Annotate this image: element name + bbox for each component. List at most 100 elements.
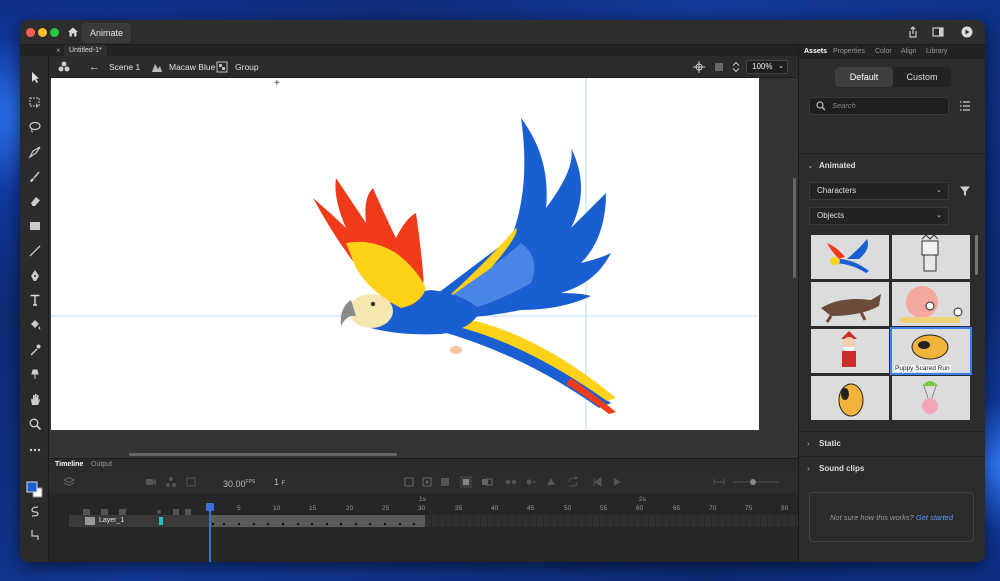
test-movie-icon[interactable] [960, 25, 974, 39]
tab-library[interactable]: Library [926, 45, 947, 59]
brush-tool-icon[interactable] [28, 170, 42, 184]
camera-icon[interactable] [145, 476, 157, 488]
line-tool-icon[interactable] [28, 244, 42, 258]
section-sound-clips[interactable]: › Sound clips [799, 456, 985, 480]
macaw-artwork[interactable]: + [51, 78, 759, 430]
asset-thumbnail-santa[interactable] [811, 329, 889, 373]
asset-thumbnail-puppy-sit[interactable] [811, 376, 889, 420]
tab-assets[interactable]: Assets [804, 45, 827, 59]
tool-settings-icon[interactable] [28, 528, 42, 542]
fit-frames-icon[interactable] [713, 476, 725, 488]
play-icon[interactable] [611, 476, 623, 488]
stage-horizontal-scrollbar[interactable] [129, 453, 397, 456]
edit-symbols-icon[interactable] [57, 60, 71, 74]
onion-skin-icon[interactable] [459, 475, 473, 489]
timeline-zoom-slider[interactable] [731, 476, 781, 488]
selection-tool-icon[interactable] [28, 70, 42, 84]
asset-thumbnail-puppy-scared-run[interactable]: Puppy Scared Run [890, 327, 972, 375]
playhead[interactable] [209, 503, 211, 562]
center-stage-icon[interactable] [693, 61, 705, 73]
app-tab[interactable]: Animate [82, 23, 132, 43]
fps-display[interactable]: 30.00FPS [223, 471, 255, 495]
asset-thumbnail-snail[interactable] [892, 282, 970, 326]
zoom-dropdown-chevron-icon[interactable]: ⌄ [778, 61, 784, 73]
free-transform-tool-icon[interactable] [28, 95, 42, 109]
step-back-icon[interactable] [591, 476, 603, 488]
asset-grid-scrollbar[interactable] [975, 235, 978, 275]
default-button[interactable]: Default [835, 67, 893, 87]
layer-depth-icon[interactable] [185, 476, 197, 488]
edit-multiple-frames-icon[interactable] [481, 476, 493, 488]
insert-blank-keyframe-icon[interactable] [421, 476, 433, 488]
more-tools-icon[interactable] [28, 443, 42, 457]
parenting-icon[interactable] [165, 476, 177, 488]
asset-thumbnail-wolf[interactable] [811, 282, 889, 326]
custom-button[interactable]: Custom [893, 67, 951, 87]
tab-align[interactable]: Align [901, 45, 917, 59]
close-document-icon[interactable]: × [56, 45, 61, 56]
loop-icon[interactable] [567, 476, 579, 488]
asset-thumbnail-robot[interactable] [892, 235, 970, 279]
minimize-window-button[interactable] [38, 28, 47, 37]
pin-tool-icon[interactable] [28, 367, 42, 381]
tab-output[interactable]: Output [91, 459, 112, 471]
text-tool-icon[interactable] [28, 293, 42, 307]
back-arrow-icon[interactable]: ← [89, 56, 100, 78]
ruler-frame: 75 [745, 505, 753, 512]
breadcrumb-group[interactable]: Group [235, 56, 259, 78]
rectangle-tool-icon[interactable] [28, 219, 42, 233]
workspace-icon[interactable] [931, 25, 945, 39]
layer-cell[interactable]: Layer_1 [69, 515, 209, 527]
layer-frames[interactable] [210, 515, 425, 527]
zoom-stepper-icon[interactable] [731, 61, 741, 73]
pen-tool-icon[interactable] [28, 269, 42, 283]
tab-properties[interactable]: Properties [833, 45, 865, 59]
clip-content-icon[interactable] [713, 61, 725, 73]
layer-color-swatch[interactable] [159, 517, 163, 525]
frame-ruler[interactable]: 1s 2s 5 10 15 20 25 30 35 40 45 50 55 60… [209, 495, 798, 515]
hand-tool-icon[interactable] [28, 392, 42, 406]
get-started-link[interactable]: Get started [916, 513, 953, 522]
snap-icon[interactable] [28, 504, 42, 518]
breadcrumb-symbol[interactable]: Macaw Blue [169, 56, 215, 78]
lasso-tool-icon[interactable] [28, 120, 42, 134]
section-animated[interactable]: ⌄ Animated [799, 153, 985, 177]
paint-bucket-tool-icon[interactable] [28, 318, 42, 332]
timeline-panel: Timeline Output 30.00FPS 1 F 1s 2s 5 10 … [49, 458, 798, 562]
home-icon[interactable] [66, 25, 80, 39]
layer-row[interactable]: Layer_1 [49, 515, 798, 527]
zoom-tool-icon[interactable] [28, 417, 42, 431]
layer-name[interactable]: Layer_1 [99, 515, 124, 527]
objects-dropdown[interactable]: Objects ⌄ [809, 207, 949, 225]
color-swatch-icon[interactable] [26, 481, 44, 499]
tween-icon[interactable] [505, 476, 517, 488]
list-view-icon[interactable] [959, 100, 971, 112]
characters-dropdown[interactable]: Characters ⌄ [809, 182, 949, 200]
tab-color[interactable]: Color [875, 45, 892, 59]
close-window-button[interactable] [26, 28, 35, 37]
asset-warp-tool-icon[interactable] [28, 145, 42, 159]
insert-frame-icon[interactable] [439, 476, 451, 488]
current-frame-display[interactable]: 1 F [274, 471, 285, 495]
search-input[interactable]: Search [809, 97, 949, 115]
tab-timeline[interactable]: Timeline [55, 459, 83, 471]
eraser-tool-icon[interactable] [28, 194, 42, 208]
insert-keyframe-icon[interactable] [403, 476, 415, 488]
share-icon[interactable] [906, 25, 920, 39]
zoom-window-button[interactable] [50, 28, 59, 37]
breadcrumb-scene[interactable]: Scene 1 [109, 56, 140, 78]
asset-thumbnail-pig-parachute[interactable] [892, 376, 970, 420]
section-static[interactable]: › Static [799, 431, 985, 455]
empty-frames[interactable] [425, 515, 798, 527]
eyedropper-tool-icon[interactable] [28, 343, 42, 357]
document-tab[interactable]: Untitled-1* [64, 45, 107, 56]
stage-canvas[interactable]: + [51, 78, 759, 430]
classic-tween-icon[interactable] [525, 476, 537, 488]
layers-icon[interactable] [63, 476, 75, 488]
filter-icon[interactable] [959, 185, 971, 197]
shape-tween-icon[interactable] [545, 476, 557, 488]
asset-thumbnail-macaw[interactable] [811, 235, 889, 279]
ruler-frame: 25 [382, 505, 390, 512]
stage-vertical-scrollbar[interactable] [793, 178, 796, 278]
zoom-input[interactable]: 100% ⌄ [746, 60, 788, 74]
